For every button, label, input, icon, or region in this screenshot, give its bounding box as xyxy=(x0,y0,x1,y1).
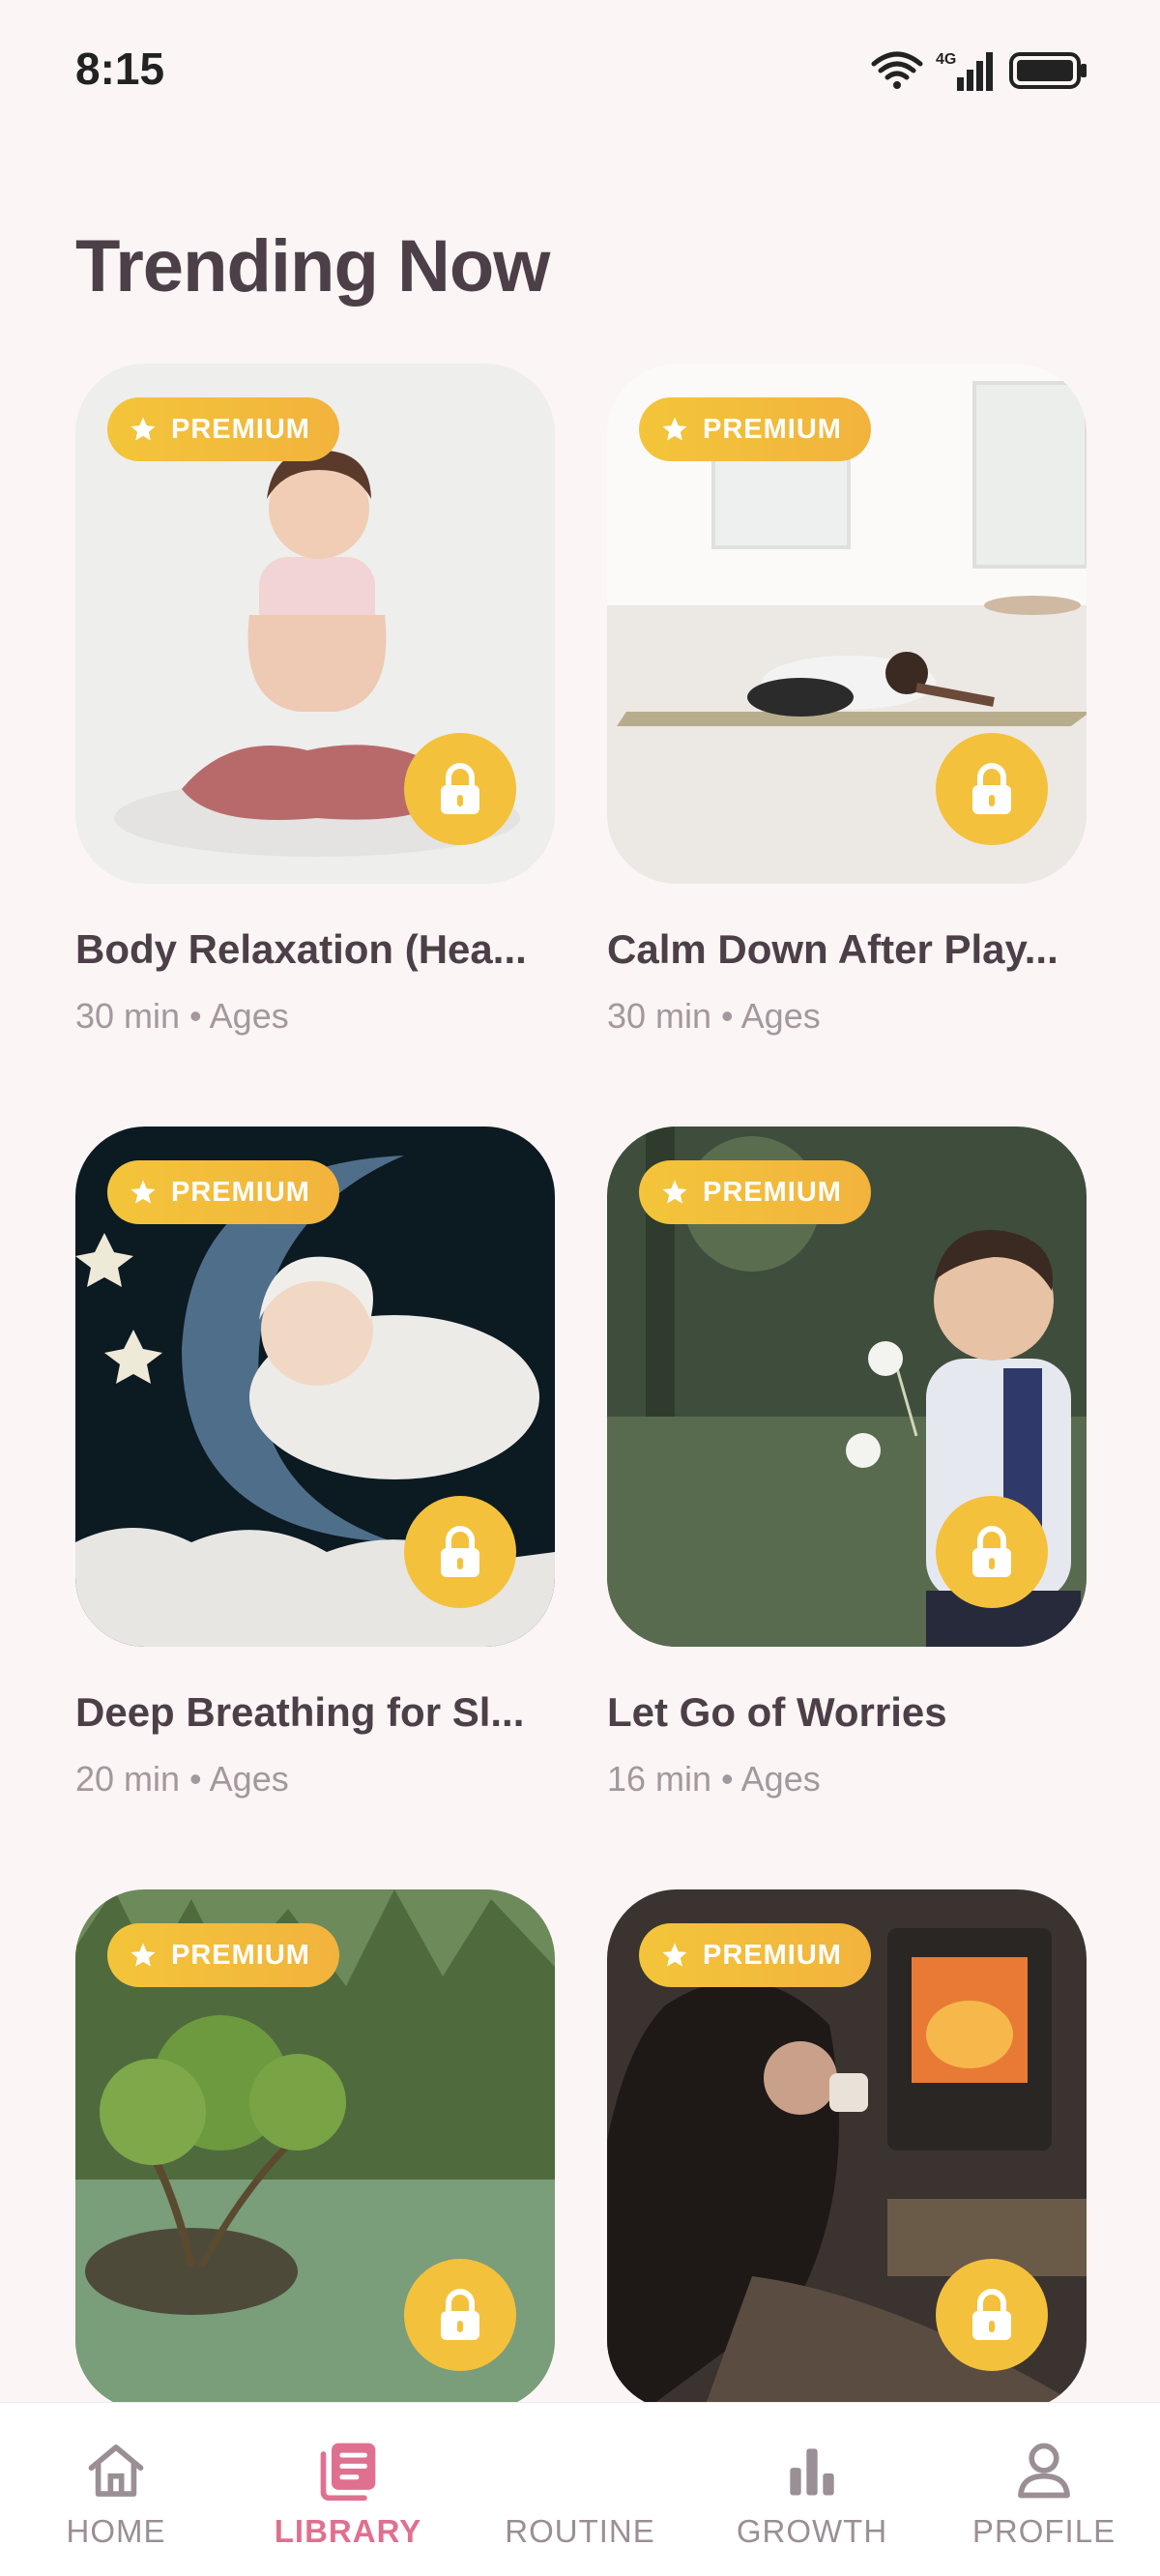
home-icon xyxy=(88,2444,144,2497)
nav-item-library[interactable]: LIBRARY xyxy=(232,2403,464,2576)
premium-label: PREMIUM xyxy=(703,413,842,445)
cell-signal-icon: 4G xyxy=(936,51,993,91)
card-thumbnail[interactable]: PREMIUM xyxy=(607,1889,1087,2410)
premium-label: PREMIUM xyxy=(171,413,310,445)
card-thumbnail[interactable]: PREMIUM xyxy=(75,1127,555,1647)
lock-button[interactable] xyxy=(404,1496,516,1608)
lock-icon xyxy=(972,1526,1011,1577)
bar-chart-icon xyxy=(790,2448,834,2496)
star-icon xyxy=(130,1943,156,1967)
content-card[interactable]: PREMIUM xyxy=(607,1889,1087,2410)
premium-label: PREMIUM xyxy=(703,1939,842,1971)
content-card[interactable]: PREMIUM Body Relaxation (Hea... 30 min •… xyxy=(75,364,555,1037)
library-icon xyxy=(320,2443,376,2502)
card-title: Body Relaxation (Hea... xyxy=(75,926,527,972)
premium-badge: PREMIUM xyxy=(107,397,339,461)
premium-badge: PREMIUM xyxy=(107,1160,339,1224)
wifi-icon xyxy=(871,51,923,89)
premium-label: PREMIUM xyxy=(171,1176,310,1208)
card-thumbnail[interactable]: PREMIUM xyxy=(607,364,1087,884)
card-title: Deep Breathing for Sl... xyxy=(75,1689,525,1735)
moon-icon xyxy=(564,2443,592,2499)
lock-icon xyxy=(972,763,1011,814)
bottom-nav: HOME LIBRARY ROUTINE GROWTH PROFILE xyxy=(0,2402,1160,2576)
premium-label: PREMIUM xyxy=(703,1176,842,1208)
lock-button[interactable] xyxy=(936,1496,1048,1608)
star-icon xyxy=(662,1943,687,1967)
premium-badge: PREMIUM xyxy=(639,1923,871,1987)
card-meta: 16 min • Ages xyxy=(607,1759,821,1799)
content-card[interactable]: PREMIUM xyxy=(75,1889,555,2410)
card-thumbnail[interactable]: PREMIUM xyxy=(75,364,555,884)
lock-button[interactable] xyxy=(404,733,516,845)
lock-icon xyxy=(441,763,479,814)
star-icon xyxy=(662,417,687,441)
nav-item-routine[interactable]: ROUTINE xyxy=(464,2403,696,2576)
lock-button[interactable] xyxy=(936,2259,1048,2371)
nav-label-library: LIBRARY xyxy=(274,2513,422,2549)
lock-icon xyxy=(441,2289,479,2340)
premium-badge: PREMIUM xyxy=(639,1160,871,1224)
card-meta: 30 min • Ages xyxy=(75,996,289,1036)
nav-item-profile[interactable]: PROFILE xyxy=(928,2403,1160,2576)
premium-label: PREMIUM xyxy=(171,1939,310,1971)
status-icons: 4G xyxy=(870,48,1088,93)
status-time: 8:15 xyxy=(75,44,165,94)
card-meta: 20 min • Ages xyxy=(75,1759,289,1799)
premium-badge: PREMIUM xyxy=(107,1923,339,1987)
card-meta: 30 min • Ages xyxy=(607,996,821,1036)
content-card[interactable]: PREMIUM Deep Breathing for Sl... 20 min … xyxy=(75,1127,555,1800)
content-card[interactable]: PREMIUM Calm Down After Play... 30 min •… xyxy=(607,364,1087,1037)
card-title: Calm Down After Play... xyxy=(607,926,1058,972)
battery-icon xyxy=(1009,52,1087,89)
lock-button[interactable] xyxy=(936,733,1048,845)
star-icon xyxy=(130,1180,156,1204)
premium-badge: PREMIUM xyxy=(639,397,871,461)
status-bar: 8:15 4G xyxy=(0,0,1160,145)
lock-icon xyxy=(441,1526,479,1577)
card-thumbnail[interactable]: PREMIUM xyxy=(607,1127,1087,1647)
svg-text:4G: 4G xyxy=(936,51,956,68)
star-icon xyxy=(130,417,156,441)
lock-icon xyxy=(972,2289,1011,2340)
person-icon xyxy=(1018,2443,1070,2499)
nav-label-home: HOME xyxy=(66,2513,166,2549)
star-icon xyxy=(662,1180,687,1204)
lock-button[interactable] xyxy=(404,2259,516,2371)
content-card[interactable]: PREMIUM Let Go of Worries 16 min • Ages xyxy=(607,1127,1087,1800)
nav-label-routine: ROUTINE xyxy=(505,2513,655,2549)
nav-item-home[interactable]: HOME xyxy=(0,2403,232,2576)
nav-label-profile: PROFILE xyxy=(972,2513,1116,2549)
nav-label-growth: GROWTH xyxy=(736,2513,888,2549)
nav-item-growth[interactable]: GROWTH xyxy=(696,2403,928,2576)
page-title: Trending Now xyxy=(75,225,550,307)
card-title: Let Go of Worries xyxy=(607,1689,947,1735)
card-thumbnail[interactable]: PREMIUM xyxy=(75,1889,555,2410)
